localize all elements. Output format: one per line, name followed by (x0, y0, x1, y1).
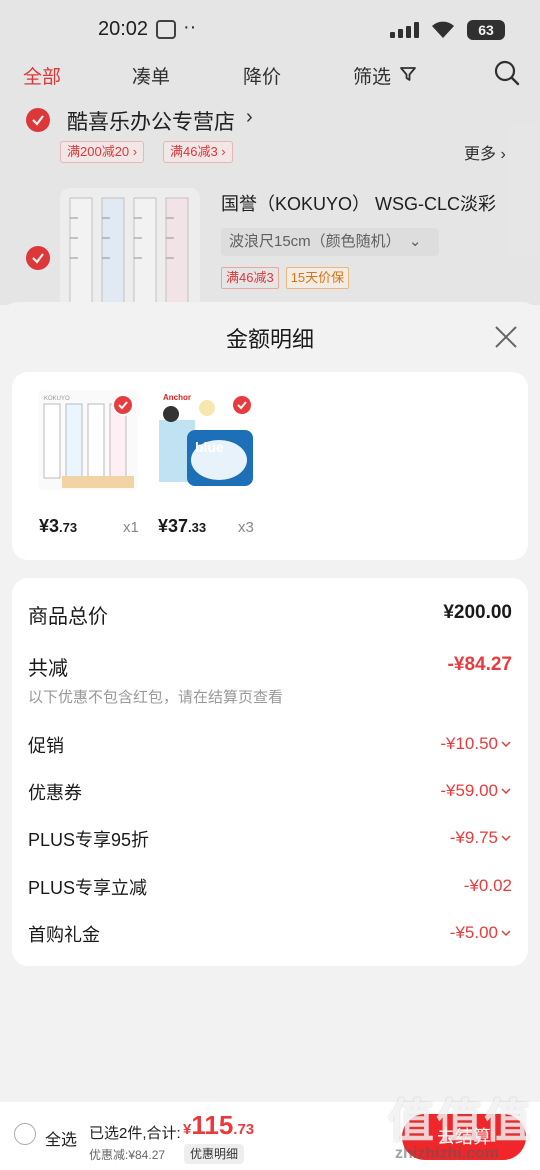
discount-amount: 优惠减:¥84.27 (89, 1148, 166, 1162)
select-all-radio[interactable] (14, 1123, 36, 1145)
dim-overlay[interactable] (0, 0, 540, 305)
total-reduction-value: -¥84.27 (447, 654, 512, 675)
svg-text:Anchor: Anchor (163, 393, 191, 402)
first-purchase-row[interactable]: -¥5.00 (450, 923, 512, 943)
amount-int: 115 (191, 1110, 234, 1140)
total-reduction-label: 共减 (28, 658, 68, 680)
item-price: ¥37.33 (158, 516, 206, 537)
item-price-dec: .73 (59, 520, 78, 535)
promotion-label: 促销 (28, 736, 64, 756)
discount-note: 以下优惠不包含红包，请在结算页查看 (28, 689, 284, 706)
item-qty: x1 (123, 519, 139, 536)
selected-items-card: KOKUYO blue Anchor ¥3.73 x1 ¥37.33 x3 (12, 372, 528, 560)
first-purchase-value: -¥5.00 (449, 923, 498, 942)
amount-detail-sheet: 金额明细 KOKUYO blue Anchor ¥3.73 x1 ¥37.33 … (0, 302, 540, 1102)
price-breakdown-card: 商品总价 ¥200.00 共减 -¥84.27 以下优惠不包含红包，请在结算页查… (12, 578, 528, 966)
item-selected-check (231, 394, 253, 416)
item-price: ¥3.73 (39, 516, 77, 537)
item-price-dec: .33 (188, 520, 207, 535)
amount-dec: .73 (233, 1121, 255, 1138)
total-amount: ¥115.73 (183, 1110, 254, 1141)
total-price-label: 商品总价 (28, 606, 108, 628)
svg-text:KOKUYO: KOKUYO (44, 396, 70, 402)
item-qty: x3 (238, 519, 254, 536)
chevron-down-icon (501, 930, 511, 937)
item-selected-check (112, 394, 134, 416)
close-icon[interactable] (493, 324, 519, 350)
plus-discount-row[interactable]: -¥9.75 (450, 828, 512, 848)
plus-discount-label: PLUS专享95折 (28, 830, 150, 850)
watermark: 值值值 (388, 1095, 532, 1147)
total-price-value: ¥200.00 (443, 602, 512, 623)
item-thumbnail-butter[interactable]: blue Anchor (157, 390, 257, 490)
item-thumbnail-ruler[interactable]: KOKUYO (38, 390, 138, 490)
plus-discount-value: -¥9.75 (449, 828, 498, 847)
plus-instant-value: -¥0.02 (463, 876, 512, 895)
plus-instant-label: PLUS专享立减 (28, 878, 148, 898)
coupon-value: -¥59.00 (440, 781, 498, 800)
select-all-label[interactable]: 全选 (45, 1126, 77, 1150)
sheet-title: 金额明细 (225, 327, 314, 352)
chevron-down-icon (501, 788, 511, 795)
svg-text:blue: blue (195, 439, 224, 455)
promotion-value: -¥10.50 (440, 734, 498, 753)
coupon-label: 优惠券 (28, 783, 82, 803)
chevron-down-icon (501, 835, 511, 842)
first-purchase-label: 首购礼金 (28, 925, 100, 945)
chevron-down-icon (501, 741, 511, 748)
watermark-url: zhizhizhi.com (395, 1145, 499, 1162)
selected-count: 已选2件,合计: (89, 1125, 181, 1142)
item-price-int: ¥3 (39, 516, 60, 536)
item-price-int: ¥37 (158, 516, 189, 536)
coupon-row[interactable]: -¥59.00 (440, 781, 512, 801)
discount-detail-button[interactable]: 优惠明细 (184, 1144, 245, 1164)
promotion-row[interactable]: -¥10.50 (440, 734, 512, 754)
